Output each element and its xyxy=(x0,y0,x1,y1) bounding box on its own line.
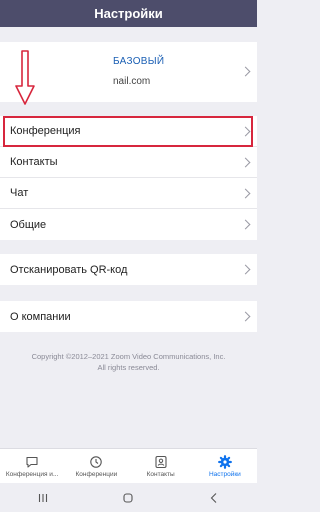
menu-item-chat[interactable]: Чат xyxy=(0,178,257,209)
menu-item-label: Конференция xyxy=(10,125,81,137)
gear-icon xyxy=(217,455,232,469)
menu-item-conference[interactable]: Конференция xyxy=(0,116,257,147)
chevron-right-icon xyxy=(240,219,251,230)
tab-meet-chat[interactable]: Конференция и... xyxy=(0,449,64,483)
settings-group-about: О компании xyxy=(0,301,257,332)
annotation-down-arrow-icon xyxy=(15,50,35,105)
tab-contacts[interactable]: Контакты xyxy=(129,449,193,483)
tab-settings[interactable]: Настройки xyxy=(193,449,257,483)
account-email: nail.com xyxy=(113,76,151,87)
contact-card-icon xyxy=(155,455,167,469)
settings-group-main: Конференция Контакты Чат Общие xyxy=(0,116,257,240)
tab-meetings[interactable]: Конференции xyxy=(64,449,128,483)
plan-label: БАЗОВЫЙ xyxy=(113,56,165,67)
chevron-right-icon xyxy=(240,126,251,137)
system-nav-bar xyxy=(0,483,257,512)
page-title: Настройки xyxy=(94,6,163,21)
menu-item-contacts[interactable]: Контакты xyxy=(0,147,257,178)
profile-card[interactable]: БАЗОВЫЙ nail.com xyxy=(0,42,257,102)
chevron-right-icon xyxy=(240,264,251,275)
menu-item-label: Контакты xyxy=(10,156,58,168)
menu-item-label: О компании xyxy=(10,310,71,323)
bottom-tab-bar: Конференция и... Конференции Контакты На… xyxy=(0,448,257,483)
menu-item-label: Отсканировать QR-код xyxy=(10,263,128,276)
tab-label: Контакты xyxy=(146,471,175,478)
tab-label: Конференция и... xyxy=(5,471,59,478)
settings-group-qr: Отсканировать QR-код xyxy=(0,254,257,285)
menu-item-general[interactable]: Общие xyxy=(0,209,257,240)
chevron-right-icon xyxy=(240,311,251,322)
copyright-line-1: Copyright ©2012–2021 Zoom Video Communic… xyxy=(31,352,226,361)
copyright-text: Copyright ©2012–2021 Zoom Video Communic… xyxy=(0,351,257,373)
tab-label: Настройки xyxy=(208,471,241,478)
recent-apps-icon[interactable] xyxy=(37,492,49,504)
tab-label: Конференции xyxy=(75,471,118,478)
chevron-right-icon xyxy=(240,157,251,168)
menu-item-label: Общие xyxy=(10,218,47,231)
clock-icon xyxy=(90,456,103,468)
chevron-right-icon xyxy=(240,188,251,199)
menu-item-label: Чат xyxy=(10,187,29,199)
home-icon[interactable] xyxy=(122,492,134,504)
menu-item-about[interactable]: О компании xyxy=(0,301,257,332)
copyright-line-2: All rights reserved. xyxy=(97,363,160,372)
app-header: Настройки xyxy=(0,0,257,27)
chat-bubble-icon xyxy=(26,456,38,468)
menu-item-scan-qr[interactable]: Отсканировать QR-код xyxy=(0,254,257,285)
chevron-right-icon xyxy=(240,66,251,77)
back-icon[interactable] xyxy=(208,492,220,504)
